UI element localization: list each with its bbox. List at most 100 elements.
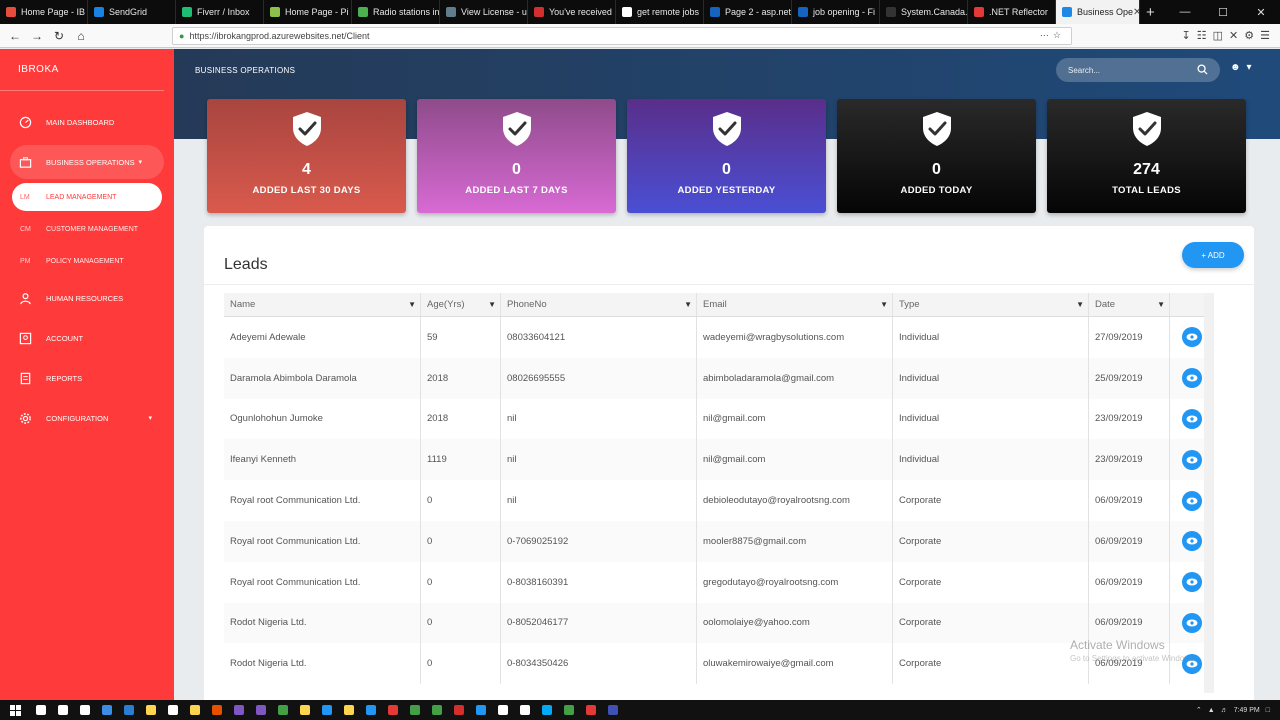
- taskbar-app-icon[interactable]: [360, 700, 382, 720]
- filter-icon[interactable]: ▼: [1157, 300, 1165, 309]
- taskbar-app-icon[interactable]: [184, 700, 206, 720]
- reload-icon[interactable]: ↻: [48, 25, 70, 47]
- taskbar-app-icon[interactable]: [338, 700, 360, 720]
- extension-x-icon[interactable]: ✕: [1229, 29, 1238, 42]
- taskbar-app-icon[interactable]: [580, 700, 602, 720]
- browser-tab[interactable]: get remote jobs: [616, 0, 704, 24]
- browser-tab[interactable]: Business Ope✕: [1056, 0, 1140, 24]
- home-icon[interactable]: ⌂: [70, 25, 92, 47]
- maximize-icon[interactable]: ☐: [1204, 0, 1242, 24]
- browser-tab[interactable]: SendGrid: [88, 0, 176, 24]
- table-scrollbar[interactable]: [1204, 293, 1214, 693]
- column-header[interactable]: PhoneNo ▼: [501, 293, 697, 316]
- sidebar-item-account[interactable]: ACCOUNT: [0, 321, 174, 355]
- taskbar-app-icon[interactable]: [250, 700, 272, 720]
- sidebar-subitem-lead-management[interactable]: LM LEAD MANAGEMENT: [12, 183, 162, 211]
- new-tab-icon[interactable]: +: [1146, 4, 1155, 21]
- browser-tab[interactable]: Page 2 - asp.net: [704, 0, 792, 24]
- menu-icon[interactable]: ☰: [1260, 29, 1270, 42]
- forward-icon[interactable]: →: [26, 25, 48, 47]
- taskbar-app-icon[interactable]: [30, 700, 52, 720]
- taskbar-app-icon[interactable]: [536, 700, 558, 720]
- extension-icon[interactable]: ⚙: [1244, 29, 1254, 42]
- browser-tab[interactable]: System.Canada.Te: [880, 0, 968, 24]
- view-button[interactable]: [1182, 612, 1202, 633]
- column-header[interactable]: Name ▼: [224, 293, 421, 316]
- sidebar-item-reports[interactable]: REPORTS: [0, 361, 174, 395]
- back-icon[interactable]: ←: [4, 25, 26, 47]
- sidebar-item-configuration[interactable]: CONFIGURATION ▾: [0, 401, 174, 435]
- browser-tab[interactable]: Fiverr / Inbox: [176, 0, 264, 24]
- column-header[interactable]: Email ▼: [697, 293, 893, 316]
- filter-icon[interactable]: ▼: [408, 300, 416, 309]
- taskbar-app-icon[interactable]: [382, 700, 404, 720]
- taskbar-app-icon[interactable]: [118, 700, 140, 720]
- volume-icon[interactable]: ♬: [1221, 707, 1228, 714]
- filter-icon[interactable]: ▼: [684, 300, 692, 309]
- taskbar-app-icon[interactable]: [206, 700, 228, 720]
- close-window-icon[interactable]: ✕: [1242, 0, 1280, 24]
- filter-icon[interactable]: ▼: [1076, 300, 1084, 309]
- filter-icon[interactable]: ▼: [880, 300, 888, 309]
- taskbar-app-icon[interactable]: [52, 700, 74, 720]
- brand-logo[interactable]: IBROKA: [0, 49, 164, 91]
- taskbar-app-icon[interactable]: [228, 700, 250, 720]
- sidebar-item-business-operations[interactable]: BUSINESS OPERATIONS ▾: [10, 145, 164, 179]
- table-row[interactable]: Daramola Abimbola Daramola 2018 0802669555…: [224, 357, 1214, 399]
- table-row[interactable]: Adeyemi Adewale 59 08033604121 wadeyemi@wra…: [224, 317, 1214, 358]
- taskbar-app-icon[interactable]: [514, 700, 536, 720]
- taskbar-app-icon[interactable]: [448, 700, 470, 720]
- taskbar-app-icon[interactable]: [316, 700, 338, 720]
- view-button[interactable]: [1182, 531, 1202, 552]
- table-row[interactable]: Rodot Nigeria Ltd. 0 0-8034350426 oluwakemi…: [224, 643, 1214, 685]
- view-button[interactable]: [1182, 368, 1202, 389]
- taskbar-app-icon[interactable]: [426, 700, 448, 720]
- notification-icon[interactable]: □: [1266, 707, 1270, 714]
- sidebar-toggle-icon[interactable]: ◫: [1213, 29, 1223, 42]
- taskbar-app-icon[interactable]: [162, 700, 184, 720]
- download-icon[interactable]: ↧: [1182, 29, 1191, 42]
- column-header[interactable]: Date ▼: [1089, 293, 1170, 316]
- view-button[interactable]: [1182, 408, 1202, 429]
- view-button[interactable]: [1182, 327, 1202, 348]
- browser-tab[interactable]: Radio stations in: [352, 0, 440, 24]
- taskbar-app-icon[interactable]: [602, 700, 624, 720]
- sidebar-item-main-dashboard[interactable]: MAIN DASHBOARD: [0, 105, 174, 139]
- view-button[interactable]: [1182, 490, 1202, 511]
- library-icon[interactable]: ☷: [1197, 29, 1207, 42]
- page-actions-icon[interactable]: ⋯☆: [1040, 30, 1065, 41]
- taskbar-app-icon[interactable]: [272, 700, 294, 720]
- taskbar-app-icon[interactable]: [404, 700, 426, 720]
- close-tab-icon[interactable]: ✕: [1133, 7, 1139, 18]
- taskbar-app-icon[interactable]: [470, 700, 492, 720]
- sidebar-subitem-policy-management[interactable]: PM POLICY MANAGEMENT: [12, 247, 162, 275]
- table-row[interactable]: Royal root Communication Ltd. 0 0-80381603…: [224, 561, 1214, 603]
- browser-tab[interactable]: .NET Reflector: [968, 0, 1056, 24]
- view-button[interactable]: [1182, 572, 1202, 593]
- search-input[interactable]: Search...: [1056, 58, 1220, 82]
- column-header[interactable]: Age(Yrs) ▼: [421, 293, 501, 316]
- browser-tab[interactable]: You've received: [528, 0, 616, 24]
- taskbar-app-icon[interactable]: [140, 700, 162, 720]
- sidebar-subitem-customer-management[interactable]: CM CUSTOMER MANAGEMENT: [12, 215, 162, 243]
- browser-tab[interactable]: View License - u: [440, 0, 528, 24]
- minimize-icon[interactable]: —: [1166, 0, 1204, 24]
- view-button[interactable]: [1182, 449, 1202, 470]
- tray-chevron-icon[interactable]: ⌃: [1196, 706, 1202, 714]
- table-row[interactable]: Royal root Communication Ltd. 0 0-70690251…: [224, 520, 1214, 562]
- table-row[interactable]: Ogunlohohun Jumoke 2018 nil nil@gmail.com In…: [224, 398, 1214, 440]
- windows-start-icon[interactable]: [0, 700, 30, 720]
- browser-tab[interactable]: Home Page - IB: [0, 0, 88, 24]
- browser-tab[interactable]: Home Page - Pi: [264, 0, 352, 24]
- taskbar-app-icon[interactable]: [96, 700, 118, 720]
- column-header[interactable]: Type ▼: [893, 293, 1089, 316]
- address-bar[interactable]: ● https://ibrokangprod.azurewebsites.net…: [172, 26, 1072, 45]
- taskbar-app-icon[interactable]: [558, 700, 580, 720]
- browser-tab[interactable]: job opening - Fi: [792, 0, 880, 24]
- table-row[interactable]: Rodot Nigeria Ltd. 0 0-8052046177 oolomolai…: [224, 602, 1214, 644]
- filter-icon[interactable]: ▼: [488, 300, 496, 309]
- taskbar-app-icon[interactable]: [74, 700, 96, 720]
- table-row[interactable]: Ifeanyi Kenneth 1119 nil nil@gmail.com Indiv…: [224, 439, 1214, 481]
- taskbar-app-icon[interactable]: [492, 700, 514, 720]
- sidebar-item-human-resources[interactable]: HUMAN RESOURCES: [0, 281, 174, 315]
